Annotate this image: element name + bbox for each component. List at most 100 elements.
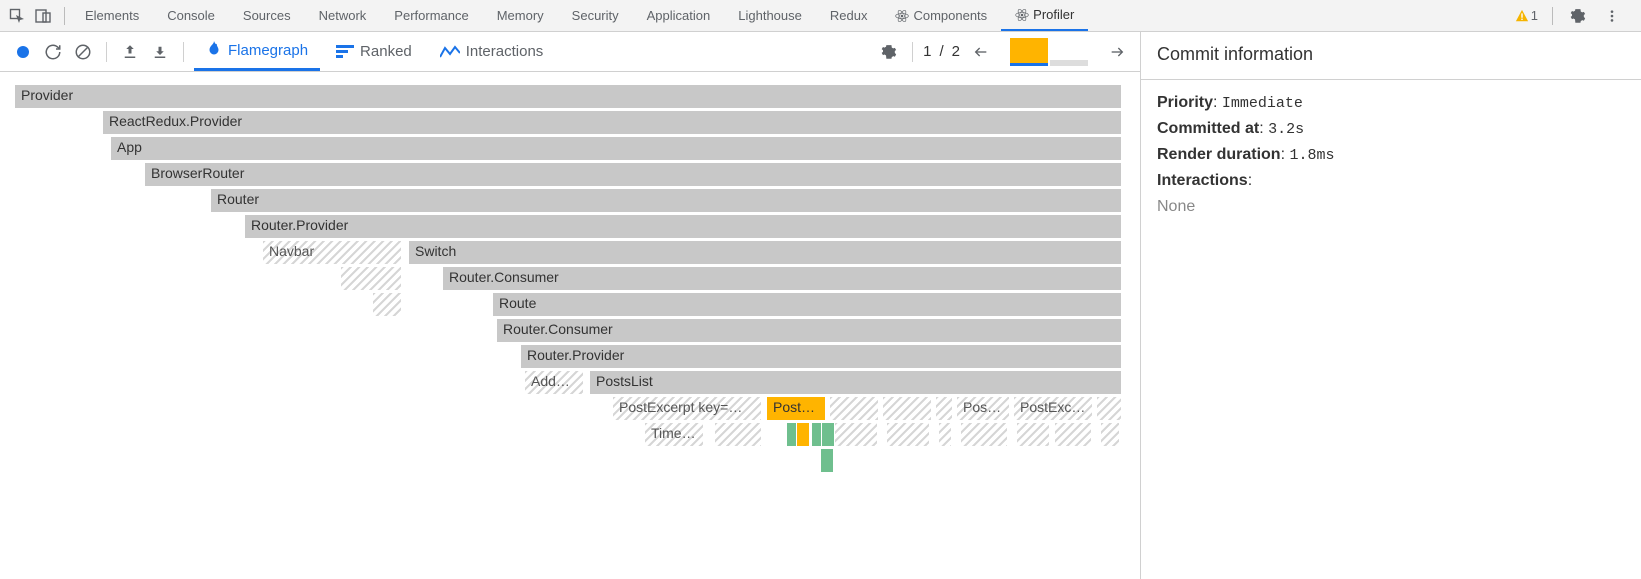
import-button[interactable] [147,39,173,65]
flame-cell[interactable] [882,396,932,421]
flame-cell[interactable]: Post… [766,396,826,421]
flame-cell[interactable]: App [110,136,1122,161]
devtools-tab-network[interactable]: Network [305,0,381,31]
flame-row [14,448,1126,474]
tab-interactions-label: Interactions [466,43,544,60]
flame-cell[interactable] [1054,422,1092,447]
commit-bar-2[interactable] [1050,60,1088,66]
flame-cell[interactable]: Router.Consumer [496,318,1122,343]
flame-cell[interactable]: ReactRedux.Provider [102,110,1122,135]
flame-cell[interactable] [820,448,834,473]
reload-button[interactable] [40,39,66,65]
separator [106,42,107,62]
interactions-line: Interactions: [1157,172,1625,190]
tab-interactions[interactable]: Interactions [428,32,556,71]
flame-cell[interactable] [372,292,402,317]
devtools-tab-label: Profiler [1033,7,1074,22]
tab-ranked-label: Ranked [360,43,412,60]
react-icon [1015,8,1029,22]
flame-cell[interactable] [829,396,879,421]
flame-cell[interactable]: PostExcerpt key=… [612,396,762,421]
flame-cell[interactable]: Router.Provider [244,214,1122,239]
flame-cell[interactable]: Router.Provider [520,344,1122,369]
flame-cell[interactable] [886,422,930,447]
warnings-badge[interactable]: 1 [1515,8,1538,23]
flame-cell[interactable]: Router [210,188,1122,213]
commit-bar-1[interactable] [1010,38,1048,66]
react-icon [895,9,909,23]
flame-cell[interactable] [935,396,953,421]
tab-flamegraph-label: Flamegraph [228,42,308,59]
devtools-tab-profiler[interactable]: Profiler [1001,0,1088,31]
flame-cell[interactable]: Router.Consumer [442,266,1122,291]
devtools-tab-label: Elements [85,8,139,23]
flame-cell[interactable] [340,266,402,291]
flame-cell[interactable]: Post… [956,396,1010,421]
separator [1552,7,1553,25]
devtools-tab-console[interactable]: Console [153,0,229,31]
tab-ranked[interactable]: Ranked [324,32,424,71]
flame-cell[interactable]: Route [492,292,1122,317]
separator [64,7,65,25]
devtools-tab-security[interactable]: Security [558,0,633,31]
flame-row: AddP…PostsList [14,370,1126,396]
flame-row: Router.Consumer [14,266,1126,292]
profiler-toolbar: Flamegraph Ranked Interactions 1 / 2 [0,32,1140,72]
flame-row: App [14,136,1126,162]
more-icon[interactable] [1601,5,1623,27]
flame-cell[interactable] [960,422,1008,447]
devtools-tab-label: Network [319,8,367,23]
devtools-tab-label: Lighthouse [738,8,802,23]
flame-cell[interactable]: Provider [14,84,1122,109]
next-commit-button[interactable] [1104,39,1130,65]
flame-cell[interactable]: Navbar [262,240,402,265]
flame-cell[interactable]: PostExc… [1013,396,1093,421]
flame-cell[interactable]: Time… [644,422,704,447]
flame-row: Route [14,292,1126,318]
flamegraph-area[interactable]: ProviderReactRedux.ProviderAppBrowserRou… [0,72,1140,579]
flame-row: NavbarSwitch [14,240,1126,266]
flame-row: Router.Provider [14,214,1126,240]
commit-current: 1 [923,43,931,60]
flame-cell[interactable]: PostsList [589,370,1122,395]
flame-cell[interactable] [1016,422,1050,447]
priority-line: Priority: Immediate [1157,94,1625,112]
devtools-tab-performance[interactable]: Performance [380,0,482,31]
tab-flamegraph[interactable]: Flamegraph [194,32,320,71]
devtools-tab-sources[interactable]: Sources [229,0,305,31]
flame-cell[interactable] [714,422,762,447]
flame-cell[interactable] [796,422,810,447]
flame-cell[interactable]: Switch [408,240,1122,265]
flame-cell[interactable] [1096,396,1122,421]
commit-bars [1010,38,1088,66]
flame-cell[interactable] [821,422,835,447]
devtools-tab-label: Redux [830,8,868,23]
flame-cell[interactable]: AddP… [524,370,584,395]
export-button[interactable] [117,39,143,65]
record-button[interactable] [10,39,36,65]
commit-info-title: Commit information [1157,44,1625,65]
separator [912,42,913,62]
separator [183,42,184,62]
devtools-tab-components[interactable]: Components [881,0,1001,31]
devtools-tab-memory[interactable]: Memory [483,0,558,31]
profiler-settings-icon[interactable] [876,39,902,65]
devtools-tab-redux[interactable]: Redux [816,0,882,31]
flame-cell[interactable] [834,422,878,447]
flame-cell[interactable] [1100,422,1120,447]
devtools-tab-elements[interactable]: Elements [71,0,153,31]
flame-row: Provider [14,84,1126,110]
flame-cell[interactable] [938,422,952,447]
prev-commit-button[interactable] [968,39,994,65]
gear-icon[interactable] [1567,5,1589,27]
inspect-icon[interactable] [6,5,28,27]
devtools-tabs: Elements ConsoleSources Network Performance… [71,0,1515,31]
devtools-header: Elements ConsoleSources Network Performance… [0,0,1641,32]
commit-separator: / [939,43,943,60]
commit-info-panel: Commit information Priority: Immediate C… [1141,32,1641,579]
devtools-tab-application[interactable]: Application [633,0,725,31]
devtools-tab-lighthouse[interactable]: Lighthouse [724,0,816,31]
device-toolbar-icon[interactable] [32,5,54,27]
clear-button[interactable] [70,39,96,65]
flame-cell[interactable]: BrowserRouter [144,162,1122,187]
